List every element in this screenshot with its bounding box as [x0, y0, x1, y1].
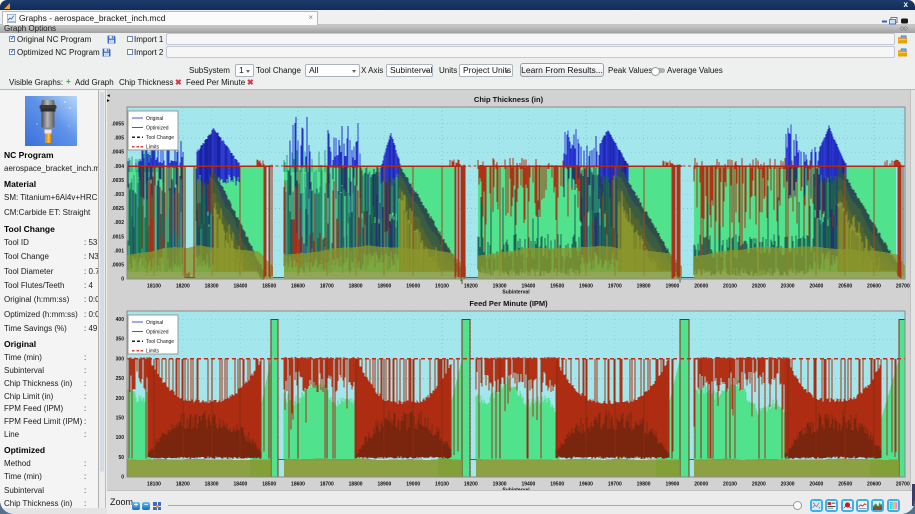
- svg-text:.0005: .0005: [111, 263, 124, 269]
- svg-text:.0015: .0015: [111, 234, 124, 240]
- svg-text:Limits: Limits: [146, 145, 160, 151]
- svg-text:19100: 19100: [435, 482, 449, 488]
- svg-text:.002: .002: [114, 220, 124, 226]
- svg-text:20400: 20400: [809, 482, 823, 488]
- svg-text:250: 250: [116, 376, 125, 382]
- svg-text:.0035: .0035: [111, 178, 124, 184]
- svg-text:18300: 18300: [205, 482, 219, 488]
- svg-text:Optimized: Optimized: [146, 125, 169, 131]
- svg-text:100: 100: [116, 435, 125, 441]
- svg-text:.0045: .0045: [111, 150, 124, 156]
- svg-text:18800: 18800: [349, 284, 363, 290]
- svg-text:20000: 20000: [694, 482, 708, 488]
- svg-text:.0055: .0055: [111, 122, 124, 128]
- svg-text:Limits: Limits: [146, 349, 160, 355]
- svg-text:18500: 18500: [262, 482, 276, 488]
- svg-text:20300: 20300: [781, 284, 795, 290]
- svg-text:18200: 18200: [176, 482, 190, 488]
- svg-text:19500: 19500: [550, 284, 564, 290]
- svg-text:.004: .004: [114, 164, 124, 170]
- svg-text:19700: 19700: [608, 482, 622, 488]
- svg-text:.001: .001: [114, 248, 124, 254]
- svg-text:Original: Original: [146, 320, 163, 326]
- svg-text:18600: 18600: [291, 284, 305, 290]
- svg-text:19500: 19500: [550, 482, 564, 488]
- svg-text:18300: 18300: [205, 284, 219, 290]
- svg-text:19600: 19600: [579, 284, 593, 290]
- svg-text:0: 0: [121, 475, 124, 481]
- svg-text:20400: 20400: [809, 284, 823, 290]
- svg-text:300: 300: [116, 356, 125, 362]
- svg-text:19600: 19600: [579, 482, 593, 488]
- svg-text:19000: 19000: [406, 284, 420, 290]
- svg-text:19900: 19900: [665, 482, 679, 488]
- svg-text:19200: 19200: [464, 284, 478, 290]
- svg-text:150: 150: [116, 416, 125, 422]
- svg-text:20200: 20200: [752, 284, 766, 290]
- svg-text:18500: 18500: [262, 284, 276, 290]
- svg-text:0: 0: [121, 277, 124, 283]
- svg-text:.0025: .0025: [111, 206, 124, 212]
- svg-text:200: 200: [116, 396, 125, 402]
- svg-text:20200: 20200: [752, 482, 766, 488]
- svg-text:50: 50: [118, 455, 124, 461]
- svg-text:18100: 18100: [147, 482, 161, 488]
- svg-text:400: 400: [116, 317, 125, 323]
- svg-text:18900: 18900: [377, 482, 391, 488]
- svg-text:20600: 20600: [867, 284, 881, 290]
- svg-text:Optimized: Optimized: [146, 329, 169, 335]
- svg-text:Original: Original: [146, 116, 163, 122]
- svg-text:18400: 18400: [233, 284, 247, 290]
- svg-text:20300: 20300: [781, 482, 795, 488]
- svg-text:20100: 20100: [723, 284, 737, 290]
- svg-text:Subinterval: Subinterval: [502, 290, 530, 296]
- svg-text:20100: 20100: [723, 482, 737, 488]
- svg-text:20500: 20500: [838, 482, 852, 488]
- svg-text:18400: 18400: [233, 482, 247, 488]
- svg-text:19100: 19100: [435, 284, 449, 290]
- svg-text:19800: 19800: [637, 482, 651, 488]
- svg-text:19900: 19900: [665, 284, 679, 290]
- svg-text:18200: 18200: [176, 284, 190, 290]
- svg-text:Tool Change: Tool Change: [146, 339, 174, 345]
- svg-text:19200: 19200: [464, 482, 478, 488]
- svg-text:.003: .003: [114, 192, 124, 198]
- svg-text:18900: 18900: [377, 284, 391, 290]
- svg-text:18700: 18700: [320, 482, 334, 488]
- svg-text:350: 350: [116, 337, 125, 343]
- svg-text:19000: 19000: [406, 482, 420, 488]
- svg-text:.005: .005: [114, 136, 124, 142]
- svg-text:18100: 18100: [147, 284, 161, 290]
- svg-text:19800: 19800: [637, 284, 651, 290]
- svg-text:18700: 18700: [320, 284, 334, 290]
- svg-text:19700: 19700: [608, 284, 622, 290]
- svg-text:Tool Change: Tool Change: [146, 135, 174, 141]
- svg-text:18800: 18800: [349, 482, 363, 488]
- svg-text:18600: 18600: [291, 482, 305, 488]
- svg-text:20500: 20500: [838, 284, 852, 290]
- svg-text:20700: 20700: [896, 284, 910, 290]
- svg-text:20700: 20700: [896, 482, 910, 488]
- svg-text:20600: 20600: [867, 482, 881, 488]
- svg-text:20000: 20000: [694, 284, 708, 290]
